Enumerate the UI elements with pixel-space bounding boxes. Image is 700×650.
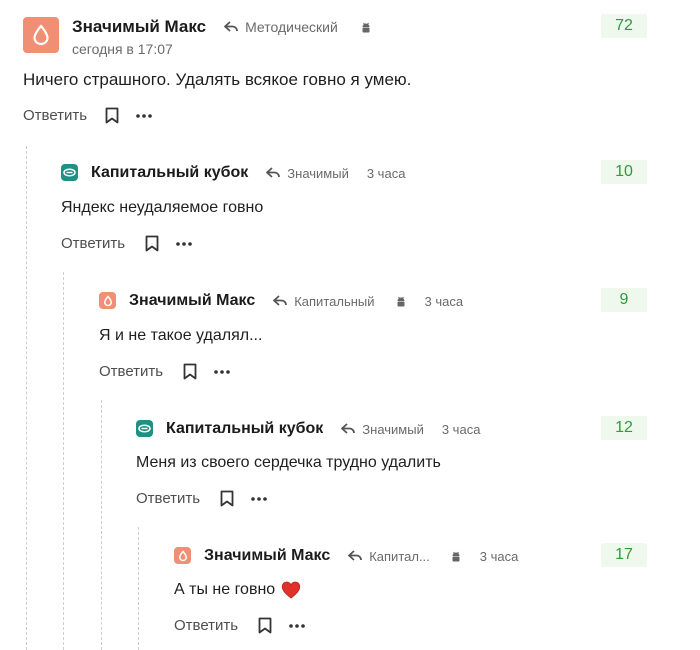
android-icon bbox=[395, 295, 407, 308]
timestamp[interactable]: сегодня в 17:07 bbox=[72, 41, 173, 57]
avatar[interactable] bbox=[174, 547, 191, 564]
score-badge: 72 bbox=[601, 14, 647, 38]
more-options-icon[interactable] bbox=[288, 623, 306, 629]
comment-text-body: А ты не говно bbox=[174, 581, 276, 598]
comment-header: Капитальный кубок Значимый 3 часа bbox=[91, 164, 405, 182]
drop-logo-icon bbox=[33, 24, 49, 46]
reply-to-name: Методический bbox=[245, 19, 338, 35]
score-badge: 17 bbox=[601, 543, 647, 567]
bookmark-icon[interactable] bbox=[258, 617, 272, 634]
comment-header: Значимый Макс Капитальный 3 часа bbox=[129, 292, 463, 310]
reply-button[interactable]: Ответить bbox=[136, 490, 200, 507]
reply-arrow-icon bbox=[266, 167, 281, 178]
bookmark-icon[interactable] bbox=[145, 235, 159, 252]
bookmark-icon[interactable] bbox=[220, 490, 234, 507]
comment: Капитальный кубок Значимый 3 часа 12 Мен… bbox=[0, 396, 700, 523]
comment-text: Яндекс неудаляемое говно bbox=[61, 199, 264, 216]
heart-icon bbox=[281, 581, 301, 599]
author-name[interactable]: Значимый Макс bbox=[204, 547, 330, 565]
bookmark-icon[interactable] bbox=[183, 363, 197, 380]
comment-actions: Ответить bbox=[99, 363, 231, 380]
android-icon bbox=[450, 550, 462, 563]
reply-arrow-icon bbox=[273, 295, 288, 306]
reply-button[interactable]: Ответить bbox=[61, 235, 125, 252]
avatar[interactable] bbox=[99, 292, 116, 309]
comment: Значимый Макс Капитал... 3 часа 17 А ты … bbox=[0, 523, 700, 650]
score-badge: 10 bbox=[601, 160, 647, 184]
comment-actions: Ответить bbox=[61, 235, 193, 252]
comment-header: Значимый Макс Методический bbox=[72, 17, 372, 37]
bookmark-icon[interactable] bbox=[105, 107, 119, 124]
author-name[interactable]: Значимый Макс bbox=[72, 17, 206, 37]
eye-logo-icon bbox=[138, 424, 151, 433]
reply-to[interactable]: Капитал... bbox=[348, 549, 430, 564]
reply-to-name: Значимый bbox=[287, 165, 349, 181]
score-badge: 12 bbox=[601, 416, 647, 440]
eye-logo-icon bbox=[63, 168, 76, 177]
drop-logo-icon bbox=[178, 549, 187, 561]
comment: Капитальный кубок Значимый 3 часа 10 Янд… bbox=[0, 140, 700, 268]
comment-text: Меня из своего сердечка трудно удалить bbox=[136, 454, 441, 471]
reply-to-name: Значимый bbox=[362, 421, 424, 437]
comment-text: Я и не такое удалял... bbox=[99, 327, 263, 344]
comment: Значимый Макс Методический сегодня в 17:… bbox=[0, 0, 700, 140]
reply-to[interactable]: Методический bbox=[224, 19, 338, 35]
comment-text: Ничего страшного. Удалять всякое говно я… bbox=[23, 70, 412, 89]
reply-to[interactable]: Значимый bbox=[266, 166, 349, 181]
more-options-icon[interactable] bbox=[135, 113, 153, 119]
timestamp[interactable]: 3 часа bbox=[480, 549, 519, 564]
reply-to[interactable]: Значимый bbox=[341, 422, 424, 437]
comment-header: Значимый Макс Капитал... 3 часа bbox=[204, 547, 518, 565]
reply-arrow-icon bbox=[341, 423, 356, 434]
reply-to-name: Капитальный bbox=[294, 293, 375, 309]
author-name[interactable]: Капитальный кубок bbox=[166, 420, 323, 438]
reply-button[interactable]: Ответить bbox=[99, 363, 163, 380]
author-name[interactable]: Капитальный кубок bbox=[91, 164, 248, 182]
android-icon bbox=[360, 21, 372, 34]
avatar[interactable] bbox=[61, 164, 78, 181]
timestamp[interactable]: 3 часа bbox=[367, 166, 406, 181]
comment-header: Капитальный кубок Значимый 3 часа bbox=[166, 420, 480, 438]
timestamp[interactable]: 3 часа bbox=[425, 294, 464, 309]
reply-to[interactable]: Капитальный bbox=[273, 293, 375, 309]
more-options-icon[interactable] bbox=[213, 369, 231, 375]
avatar[interactable] bbox=[23, 17, 59, 53]
comment-actions: Ответить bbox=[174, 617, 306, 634]
reply-button[interactable]: Ответить bbox=[174, 617, 238, 634]
score-badge: 9 bbox=[601, 288, 647, 312]
comment-actions: Ответить bbox=[136, 490, 268, 507]
comment-text: А ты не говно bbox=[174, 581, 301, 599]
comment-actions: Ответить bbox=[23, 107, 153, 124]
reply-button[interactable]: Ответить bbox=[23, 107, 87, 124]
more-options-icon[interactable] bbox=[250, 496, 268, 502]
reply-to-name: Капитал... bbox=[369, 548, 430, 564]
reply-arrow-icon bbox=[348, 550, 363, 561]
author-name[interactable]: Значимый Макс bbox=[129, 292, 255, 310]
drop-logo-icon bbox=[103, 294, 112, 306]
comment: Значимый Макс Капитальный 3 часа 9 Я и н… bbox=[0, 268, 700, 396]
avatar[interactable] bbox=[136, 420, 153, 437]
reply-arrow-icon bbox=[224, 21, 239, 32]
more-options-icon[interactable] bbox=[175, 241, 193, 247]
timestamp[interactable]: 3 часа bbox=[442, 422, 481, 437]
